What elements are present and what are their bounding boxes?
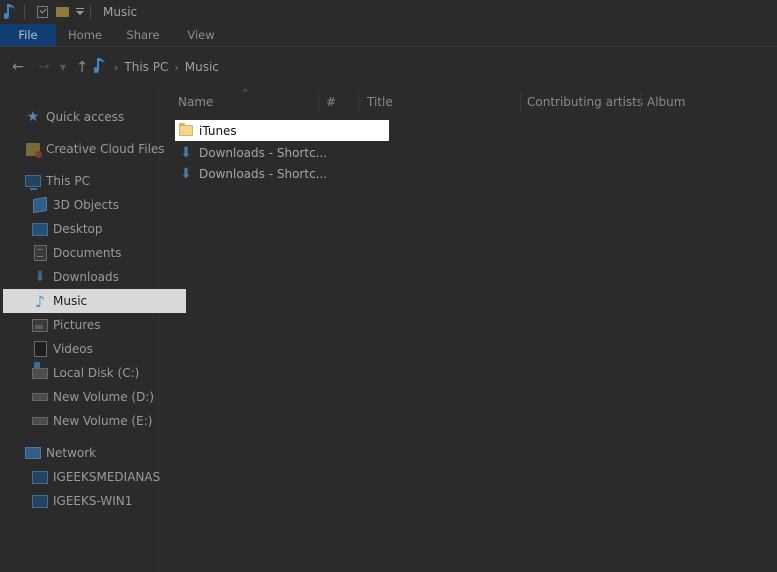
back-arrow-icon[interactable]: ←: [10, 59, 26, 75]
file-row-downloads-shortcut-2[interactable]: ⬇ Downloads - Shortc...: [175, 163, 389, 184]
column-separator[interactable]: [358, 92, 359, 112]
sidebar-item-label: Local Disk (C:): [53, 366, 140, 380]
music-note-icon: [93, 57, 108, 78]
sidebar-item-label: IGEEKS-WIN1: [53, 494, 133, 508]
cube-icon: [33, 196, 47, 214]
download-shortcut-icon: ⬇: [180, 165, 192, 182]
pc-icon: [25, 175, 41, 190]
sidebar-item-label: Downloads: [53, 270, 119, 284]
breadcrumb-this-pc[interactable]: This PC: [124, 60, 168, 74]
title-bar: Music: [0, 0, 777, 24]
sidebar-item-network[interactable]: Network: [0, 441, 181, 465]
column-header-name[interactable]: Name: [178, 95, 213, 109]
drive-icon: [32, 417, 48, 425]
sidebar-item-this-pc[interactable]: This PC: [0, 169, 181, 193]
hard-disk-icon: [32, 361, 48, 379]
download-arrow-icon: ⬇: [34, 269, 46, 285]
properties-icon[interactable]: [37, 6, 48, 18]
folder-icon: [179, 123, 193, 136]
sort-ascending-icon: ^: [242, 88, 249, 97]
file-explorer-window: Music File Home Share View ← → ▼ ↑ › Thi…: [0, 0, 777, 572]
file-row-downloads-shortcut[interactable]: ⬇ Downloads - Shortc...: [175, 142, 389, 163]
document-icon: [33, 245, 47, 261]
file-row-itunes[interactable]: iTunes: [175, 120, 389, 141]
tab-share[interactable]: Share: [114, 24, 172, 46]
file-name: Downloads - Shortc...: [199, 145, 328, 160]
column-header-title[interactable]: Title: [367, 95, 393, 109]
file-name: iTunes: [199, 123, 237, 138]
sidebar-item-label: IGEEKSMEDIANAS: [53, 470, 161, 484]
sidebar-item-label: Desktop: [53, 222, 103, 236]
creative-cloud-icon: [26, 142, 42, 158]
breadcrumb-chevron-icon[interactable]: ›: [114, 61, 118, 74]
sidebar-item-label: 3D Objects: [53, 198, 120, 212]
breadcrumb-chevron-icon[interactable]: ›: [174, 61, 178, 74]
column-separator[interactable]: [640, 92, 641, 112]
ribbon-tabs: File Home Share View: [0, 24, 777, 47]
tab-view[interactable]: View: [172, 24, 230, 46]
column-separator[interactable]: [520, 92, 521, 112]
navigation-pane: ★ Quick access Creative Cloud Files This…: [0, 88, 186, 572]
tab-file[interactable]: File: [0, 24, 56, 46]
tab-home[interactable]: Home: [56, 24, 114, 46]
recent-locations-chevron-icon[interactable]: ▼: [58, 63, 68, 72]
music-note-icon: ♪: [34, 291, 46, 311]
breadcrumb-music[interactable]: Music: [185, 60, 219, 74]
window-title: Music: [103, 5, 138, 19]
title-separator: [24, 5, 25, 19]
column-header-contributing-artists[interactable]: Contributing artists: [527, 95, 643, 109]
desktop-icon: [32, 222, 48, 236]
download-shortcut-icon: ⬇: [180, 144, 192, 161]
music-note-icon: [4, 3, 18, 21]
sidebar-item-label: Creative Cloud Files: [46, 142, 165, 156]
monitor-icon: [32, 494, 48, 508]
star-icon: ★: [26, 109, 40, 125]
video-icon: [33, 341, 47, 357]
column-header-album[interactable]: Album: [647, 95, 685, 109]
file-name: Downloads - Shortc...: [199, 166, 328, 181]
sidebar-item-label: Documents: [53, 246, 122, 260]
title-separator-2: [90, 5, 91, 19]
address-bar: ← → ▼ ↑ › This PC › Music: [0, 52, 777, 82]
monitor-icon: [32, 470, 48, 484]
sidebar-item-label: Quick access: [46, 110, 125, 124]
drive-icon: [32, 393, 48, 401]
network-icon: [25, 447, 41, 459]
sidebar-item-label: New Volume (D:): [53, 390, 155, 404]
new-folder-icon[interactable]: [56, 7, 69, 17]
sidebar-item-label: Videos: [53, 342, 93, 356]
up-arrow-icon[interactable]: ↑: [74, 58, 90, 76]
sidebar-item-quick-access[interactable]: ★ Quick access: [0, 105, 181, 129]
customize-toolbar-icon[interactable]: [76, 8, 84, 15]
sidebar-item-label: This PC: [46, 174, 90, 188]
sidebar-item-label: Network: [46, 446, 97, 460]
sidebar-item-label: Pictures: [53, 318, 101, 332]
column-header-number[interactable]: #: [326, 95, 336, 109]
column-separator[interactable]: [318, 92, 319, 112]
sidebar-item-label: New Volume (E:): [53, 414, 153, 428]
forward-arrow-icon[interactable]: →: [36, 59, 52, 75]
sidebar-item-creative-cloud[interactable]: Creative Cloud Files: [0, 137, 181, 161]
sidebar-item-label: Music: [53, 294, 88, 308]
pictures-icon: [32, 318, 48, 332]
file-list: ^ Name # Title Contributing artists Albu…: [158, 88, 777, 572]
